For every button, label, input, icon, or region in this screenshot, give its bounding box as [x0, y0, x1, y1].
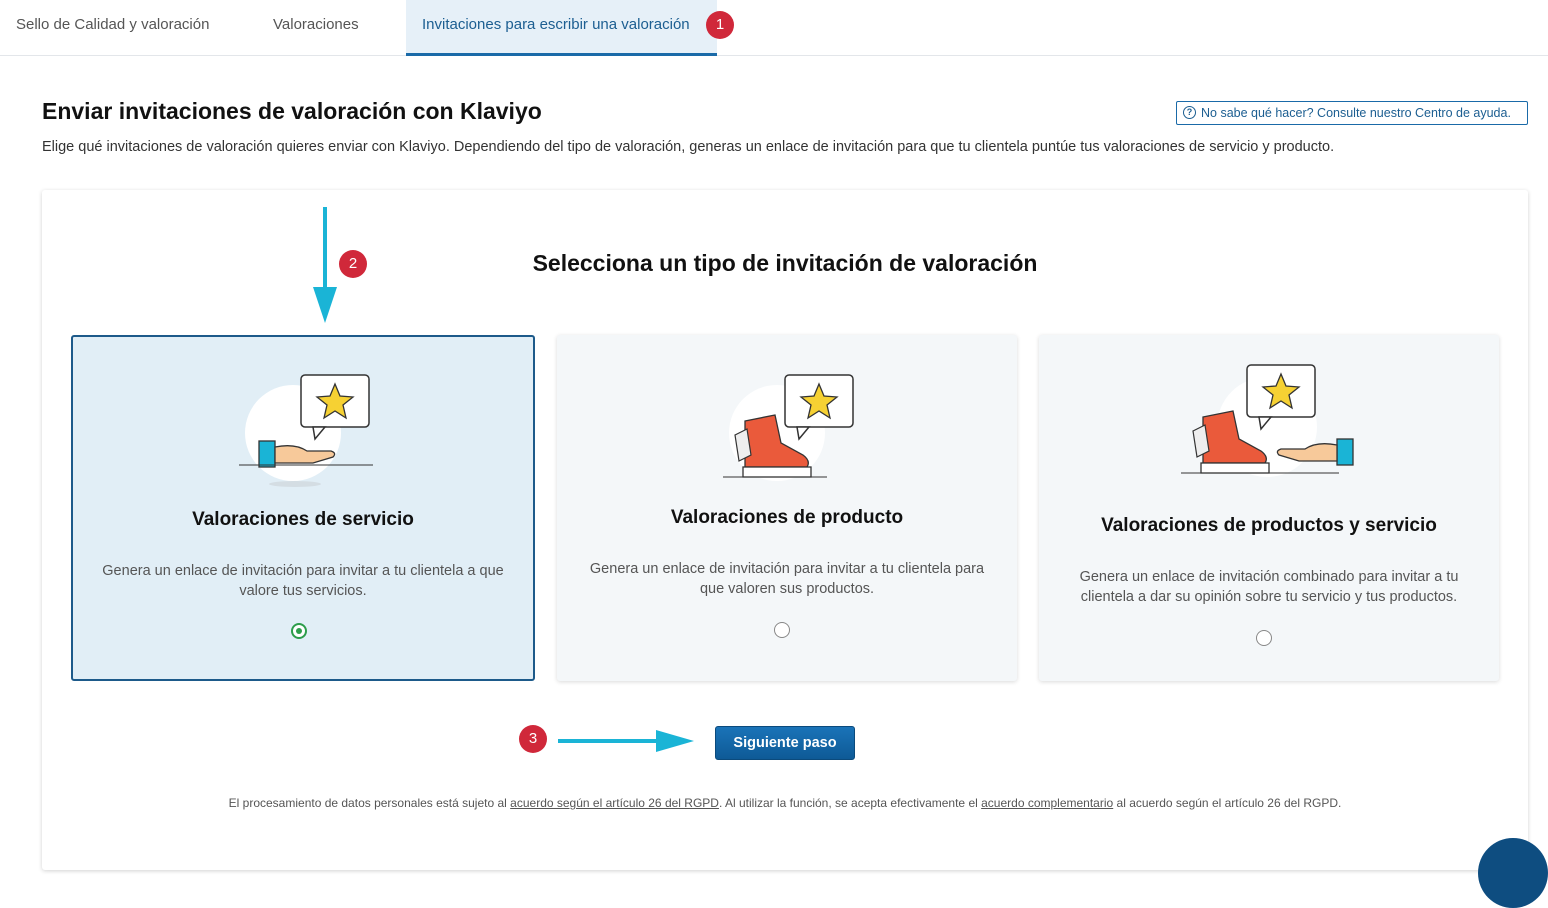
legal-notice: El procesamiento de datos personales est…: [42, 796, 1528, 810]
help-center-label: No sabe qué hacer? Consulte nuestro Cent…: [1201, 106, 1511, 120]
chat-widget-button[interactable]: [1478, 838, 1548, 908]
section-title: Selecciona un tipo de invitación de valo…: [532, 250, 1038, 276]
card-service-reviews[interactable]: Valoraciones de servicio Genera un enlac…: [71, 335, 535, 681]
help-center-link[interactable]: ? No sabe qué hacer? Consulte nuestro Ce…: [1176, 101, 1528, 125]
card-description: Genera un enlace de invitación para invi…: [102, 563, 504, 599]
rgpd-article-26-link[interactable]: acuerdo según el artículo 26 del RGPD: [510, 796, 719, 810]
annotation-badge-1: 1: [706, 11, 734, 39]
next-step-button[interactable]: Siguiente paso: [715, 726, 855, 760]
card-title: Valoraciones de servicio: [192, 509, 414, 530]
invitation-type-panel: Selecciona un tipo de invitación de valo…: [42, 190, 1528, 870]
radio-service-reviews[interactable]: [291, 623, 307, 639]
legal-text: al acuerdo según el artículo 26 del RGPD…: [1113, 796, 1342, 810]
tab-valoraciones[interactable]: Valoraciones: [257, 0, 375, 56]
legal-text: . Al utilizar la función, se acepta efec…: [718, 796, 982, 810]
hand-star-illustration-icon: [239, 374, 373, 487]
annotation-badge-3: 3: [519, 725, 547, 753]
complementary-agreement-link[interactable]: acuerdo complementario: [981, 796, 1113, 810]
card-description: Genera un enlace de invitación para invi…: [589, 561, 985, 597]
card-title: Valoraciones de producto: [670, 507, 904, 528]
legal-text: El procesamiento de datos personales est…: [228, 796, 511, 810]
tab-invitaciones[interactable]: Invitaciones para escribir una valoració…: [406, 0, 717, 56]
page-subtitle: Elige qué invitaciones de valoración qui…: [42, 139, 1335, 155]
radio-product-reviews[interactable]: [774, 622, 790, 638]
sneaker-star-illustration-icon: [723, 374, 854, 481]
annotation-arrow-down-icon: [313, 207, 337, 323]
card-title: Valoraciones de productos y servicio: [1101, 515, 1437, 536]
sneaker-hand-star-illustration-icon: [1181, 364, 1354, 477]
card-product-reviews[interactable]: Valoraciones de producto Genera un enlac…: [557, 335, 1017, 681]
tab-bar: Sello de Calidad y valoración Valoracion…: [0, 0, 1548, 56]
card-product-service-reviews[interactable]: Valoraciones de productos y servicio Gen…: [1039, 335, 1499, 681]
card-description: Genera un enlace de invitación combinado…: [1079, 569, 1459, 605]
question-icon: ?: [1183, 106, 1196, 119]
annotation-arrow-right-icon: [558, 730, 694, 752]
annotation-badge-2: 2: [339, 250, 367, 278]
page-title: Enviar invitaciones de valoración con Kl…: [42, 98, 542, 124]
tab-sello-calidad[interactable]: Sello de Calidad y valoración: [0, 0, 225, 56]
radio-product-service-reviews[interactable]: [1256, 630, 1272, 646]
